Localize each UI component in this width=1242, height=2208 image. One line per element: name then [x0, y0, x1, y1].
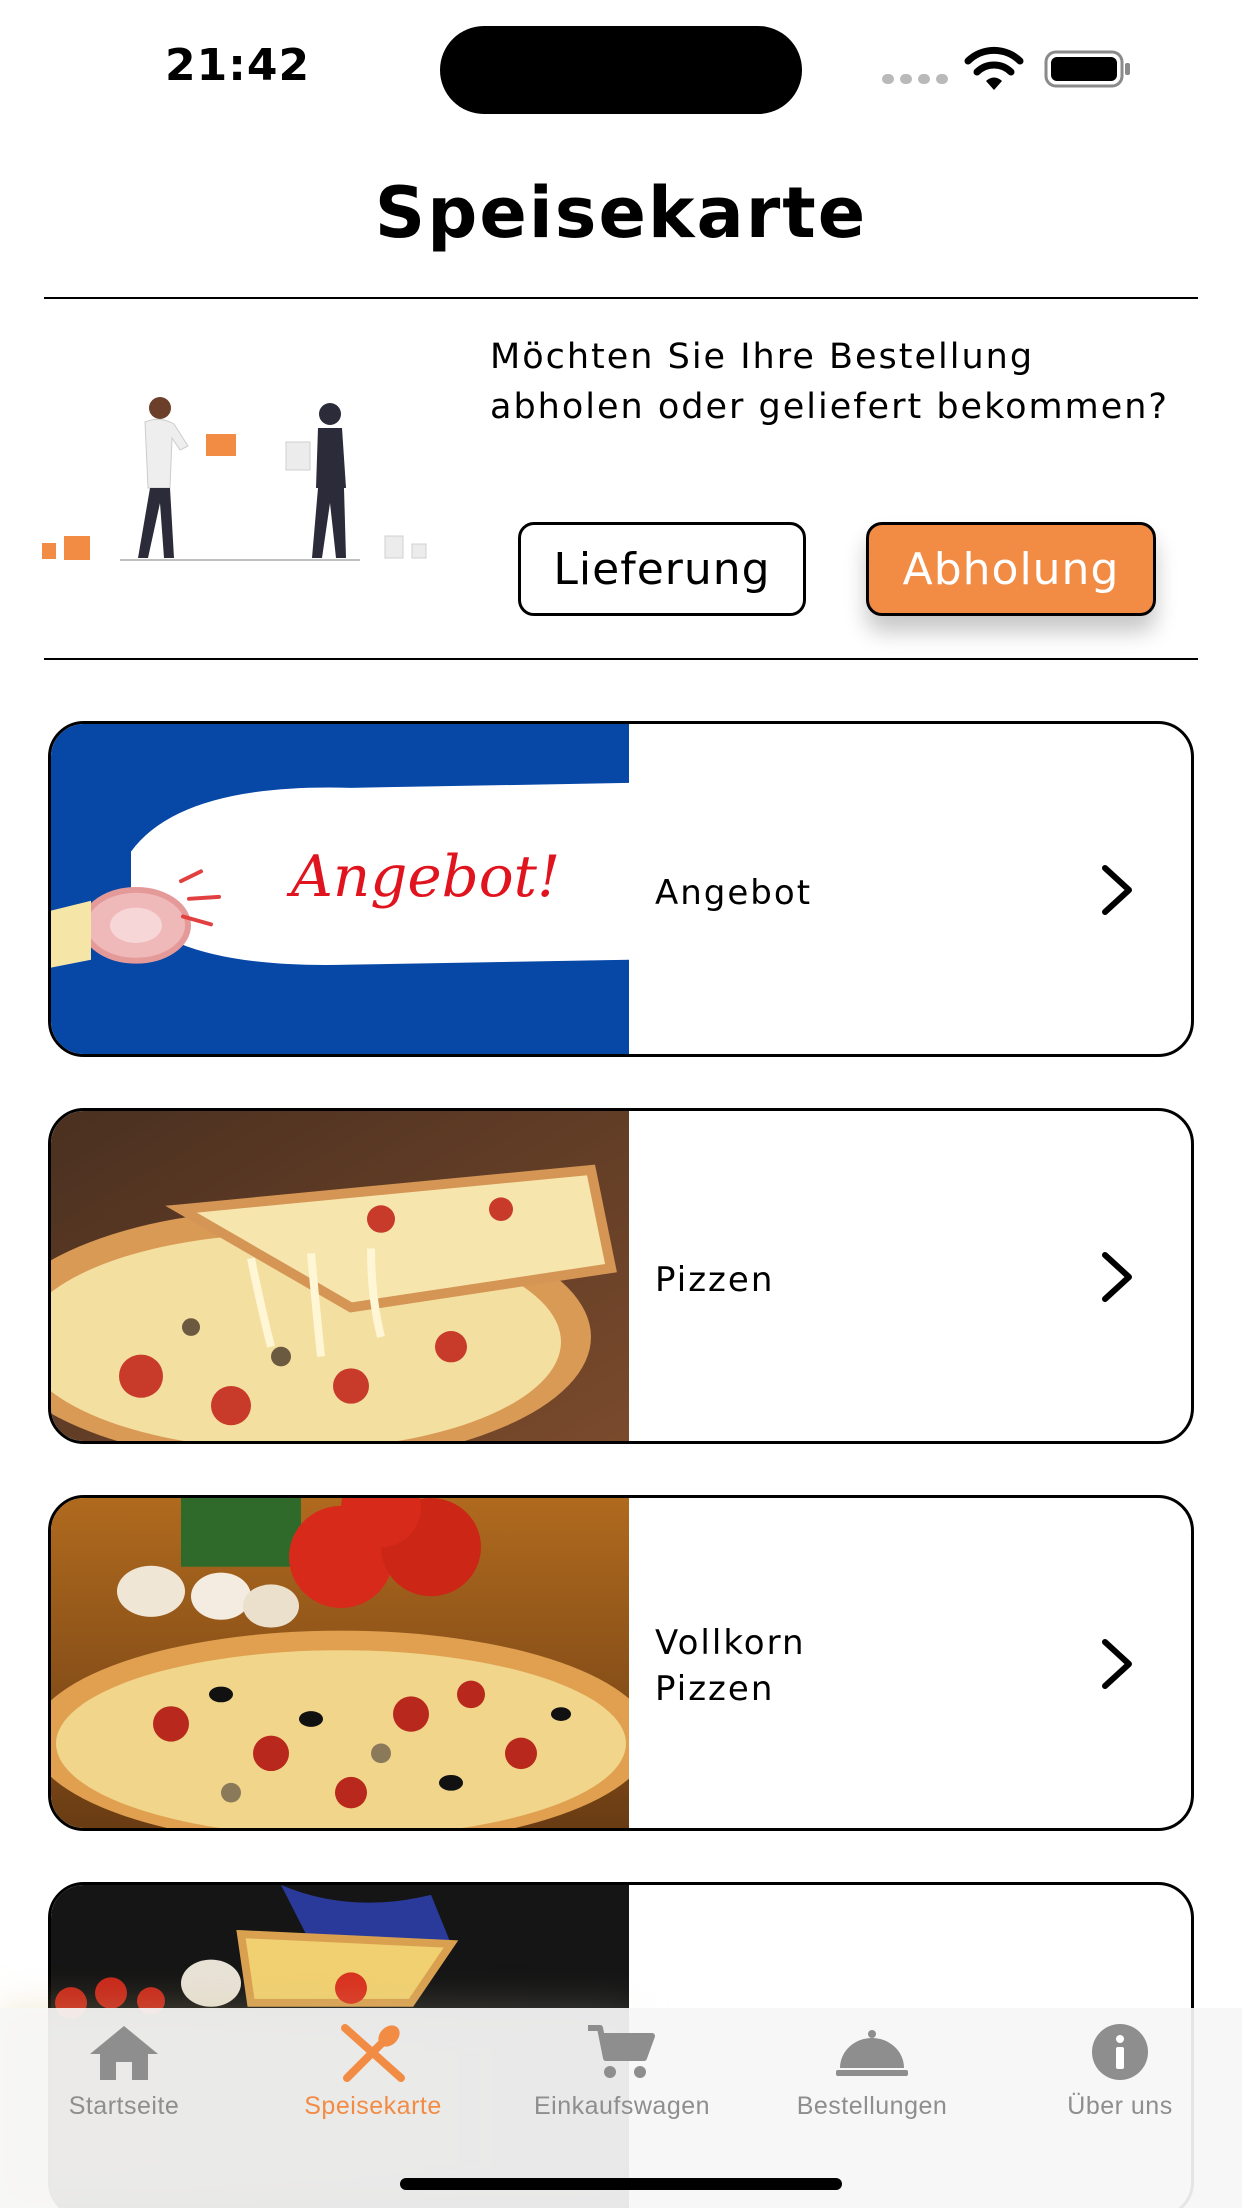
category-label: Pizzen	[655, 1260, 775, 1300]
home-icon	[90, 2026, 158, 2080]
vollkorn-pizza-image	[51, 1498, 629, 1828]
order-mode-question: Möchten Sie Ihre Bestellung abholen oder…	[490, 337, 1169, 427]
chevron-right-icon	[1102, 1639, 1132, 1689]
pickup-button[interactable]: Abholung	[866, 522, 1156, 616]
battery-icon	[1044, 50, 1130, 88]
fork-spoon-icon	[341, 2024, 405, 2082]
tab-speisekarte[interactable]: Speisekarte	[253, 2022, 493, 2121]
delivery-illustration	[42, 397, 427, 561]
delivery-button[interactable]: Lieferung	[518, 522, 806, 616]
chevron-right-icon	[1102, 1252, 1132, 1302]
pizza-image	[51, 1111, 629, 1441]
category-card-vollkorn-pizzen[interactable]: Vollkorn Pizzen	[48, 1495, 1194, 1831]
header-divider	[44, 297, 1198, 299]
tab-bestellungen[interactable]: Bestellungen	[752, 2022, 992, 2121]
angebot-banner-image: Angebot!	[51, 724, 629, 1054]
section-divider	[44, 658, 1198, 660]
angebot-banner-text: Angebot!	[286, 843, 560, 909]
tab-startseite[interactable]: Startseite	[4, 2022, 244, 2121]
category-label: Angebot	[655, 873, 813, 913]
category-card-pizzen[interactable]: Pizzen	[48, 1108, 1194, 1444]
cloche-icon	[836, 2030, 908, 2076]
category-card-angebot[interactable]: Angebot! Angebot	[48, 721, 1194, 1057]
page-title: Speisekarte	[374, 172, 868, 254]
wifi-icon	[964, 46, 1024, 90]
cart-icon	[588, 2025, 655, 2078]
category-label: Vollkorn Pizzen	[655, 1623, 806, 1709]
cellular-signal-icon	[882, 74, 948, 84]
tab-einkaufswagen[interactable]: Einkaufswagen	[502, 2022, 742, 2121]
chevron-right-icon	[1102, 865, 1132, 915]
dynamic-island	[440, 26, 802, 114]
status-time: 21:42	[165, 40, 311, 91]
info-icon	[1092, 2024, 1148, 2080]
home-indicator	[400, 2178, 842, 2190]
tab-ueber-uns[interactable]: Über uns	[1000, 2022, 1240, 2121]
